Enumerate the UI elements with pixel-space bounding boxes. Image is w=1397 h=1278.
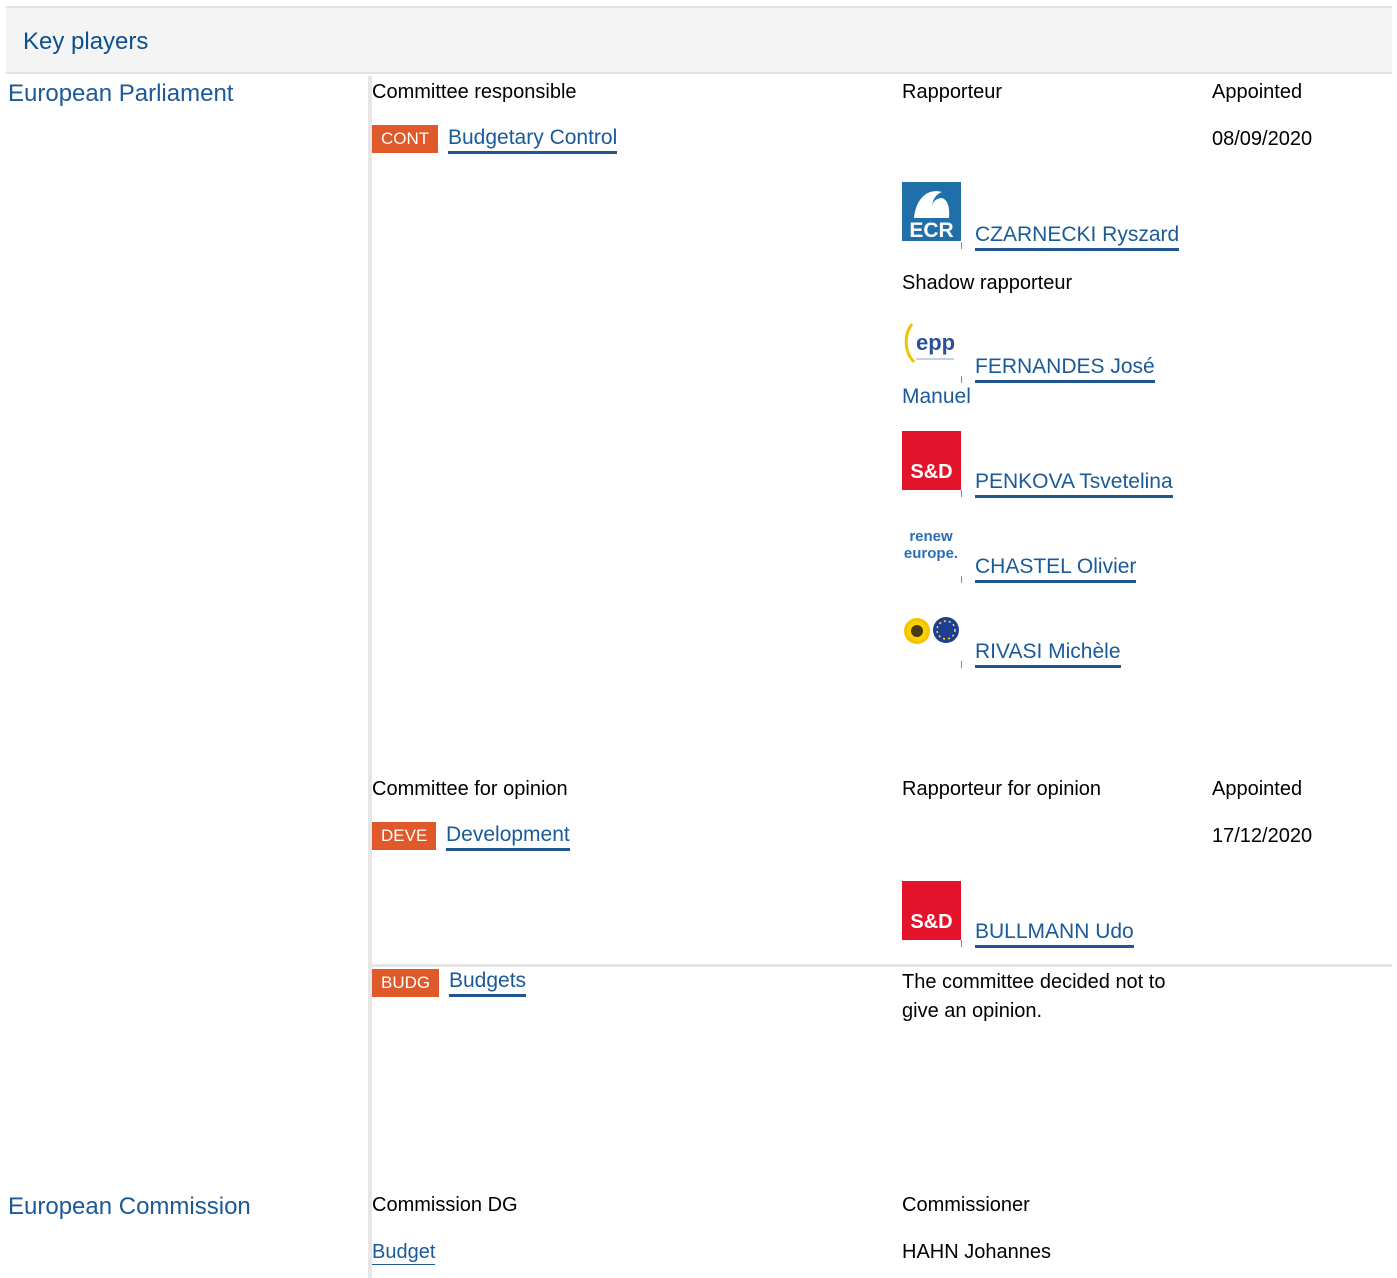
tick-mark (961, 376, 962, 383)
tick-mark (961, 242, 962, 249)
col-rapporteur: Rapporteur (902, 81, 1003, 103)
svg-text:ECR: ECR (909, 219, 953, 241)
tick-mark (961, 661, 962, 668)
col-committee-opinion: Committee for opinion (372, 778, 568, 800)
shadow-rapporteur-label: Shadow rapporteur (902, 272, 1073, 294)
sd-group-logo: S&D (902, 431, 961, 490)
epp-logo-text: epp (916, 330, 955, 355)
no-opinion-note-line2: give an opinion. (902, 1000, 1043, 1022)
opinion-rapporteur-link-bullmann[interactable]: BULLMANN Udo (975, 920, 1134, 948)
institution-european-commission[interactable]: European Commission (8, 1193, 251, 1221)
shadow-link-penkova[interactable]: PENKOVA Tsvetelina (975, 470, 1173, 498)
shadow-link-fernandes-line2[interactable]: Manuel (902, 385, 971, 409)
epp-group-logo: epp (902, 316, 961, 375)
renew-europe-group-logo: renew europe. (902, 516, 961, 575)
committee-badge-budg: BUDG (372, 969, 440, 997)
dg-link-budget[interactable]: Budget (372, 1241, 436, 1265)
no-opinion-note-line1: The committee decided not to (902, 971, 1166, 993)
col-appointed: Appointed (1212, 81, 1303, 103)
col-rapporteur-opinion: Rapporteur for opinion (902, 778, 1102, 800)
key-players-header: Key players (6, 6, 1392, 74)
shadow-link-fernandes-line1[interactable]: FERNANDES José (975, 355, 1155, 383)
appointed-date-deve: 17/12/2020 (1212, 825, 1313, 847)
committee-link-development[interactable]: Development (446, 823, 570, 851)
institution-european-parliament[interactable]: European Parliament (8, 80, 233, 108)
col-committee-responsible: Committee responsible (372, 81, 577, 103)
shadow-link-chastel[interactable]: CHASTEL Olivier (975, 555, 1137, 583)
row-separator (372, 964, 1392, 967)
tick-mark (961, 940, 962, 947)
renew-logo-text-1: renew (909, 528, 953, 545)
tick-mark (961, 576, 962, 583)
sd-logo-text: S&D (910, 461, 952, 483)
players-panel (368, 76, 1392, 1278)
col-commission-dg: Commission DG (372, 1194, 518, 1216)
committee-badge-deve: DEVE (372, 822, 437, 850)
ecr-group-logo: ECR (902, 182, 961, 241)
sd-group-logo: S&D (902, 881, 961, 940)
renew-logo-text-2: europe. (904, 545, 958, 562)
greens-efa-icon (902, 601, 961, 660)
col-commissioner: Commissioner (902, 1194, 1030, 1216)
section-title: Key players (23, 28, 149, 55)
appointed-date-cont: 08/09/2020 (1212, 128, 1313, 150)
committee-badge-cont: CONT (372, 125, 439, 153)
shadow-link-rivasi[interactable]: RIVASI Michèle (975, 640, 1121, 668)
tick-mark (961, 490, 962, 497)
committee-link-budgets[interactable]: Budgets (449, 969, 527, 997)
commissioner-name: HAHN Johannes (902, 1241, 1051, 1263)
col-appointed-opinion: Appointed (1212, 778, 1303, 800)
rapporteur-link-czarnecki[interactable]: CZARNECKI Ryszard (975, 223, 1180, 251)
committee-link-budgetary-control[interactable]: Budgetary Control (448, 126, 618, 154)
sd-logo-text: S&D (910, 911, 952, 933)
